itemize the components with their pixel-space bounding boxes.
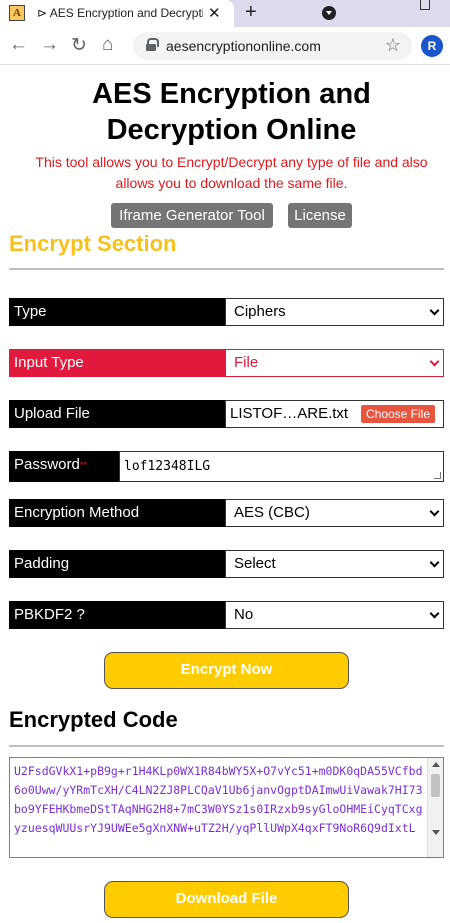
password-input[interactable]: lof12348ILG bbox=[119, 451, 444, 482]
page-description: This tool allows you to Encrypt/Decrypt … bbox=[0, 152, 450, 194]
pbkdf2-label: PBKDF2 ? bbox=[9, 601, 225, 629]
page-title: AES Encryption and Decryption Online bbox=[0, 76, 450, 148]
chevron-down-icon bbox=[429, 305, 440, 316]
chevron-down-icon bbox=[429, 608, 440, 619]
required-mark: ** bbox=[79, 460, 87, 470]
reload-icon[interactable]: ↻ bbox=[71, 34, 87, 57]
chevron-down-icon bbox=[429, 356, 440, 367]
section-divider bbox=[9, 745, 444, 747]
description-line-2: allows you to download the same file. bbox=[115, 175, 348, 191]
license-button[interactable]: License bbox=[288, 203, 352, 228]
address-bar[interactable]: aesencryptiononline.com ☆ bbox=[133, 32, 412, 60]
back-icon[interactable]: ← bbox=[9, 34, 28, 56]
password-value: lof12348ILG bbox=[124, 459, 211, 474]
encrypt-section-title: Encrypt Section bbox=[9, 231, 177, 256]
description-line-1: This tool allows you to Encrypt/Decrypt … bbox=[35, 154, 428, 170]
pbkdf2-select-value: No bbox=[234, 606, 254, 623]
choose-file-button[interactable]: Choose File bbox=[361, 405, 435, 423]
resize-grip-icon[interactable] bbox=[434, 472, 441, 479]
chevron-down-icon bbox=[429, 557, 440, 568]
browser-toolbar: ← → ↻ ⌂ aesencryptiononline.com ☆ R bbox=[0, 27, 450, 65]
encryption-method-label: Encryption Method bbox=[9, 499, 225, 527]
profile-avatar[interactable]: R bbox=[421, 35, 443, 57]
encryption-method-value: AES (CBC) bbox=[234, 504, 310, 521]
new-tab-icon[interactable]: + bbox=[245, 1, 257, 24]
page-title-line-2: Decryption Online bbox=[106, 114, 357, 146]
textarea-scrollbar[interactable] bbox=[427, 758, 443, 857]
browser-tab[interactable]: A ⊳ AES Encryption and Decryptic ✕ bbox=[0, 0, 234, 27]
input-type-label: Input Type bbox=[9, 349, 225, 377]
encrypted-code-textarea[interactable]: U2FsdGVkX1+pB9g+r1H4KLp0WX1R84bWY5X+O7vY… bbox=[9, 757, 444, 858]
browser-tab-strip: A ⊳ AES Encryption and Decryptic ✕ + bbox=[0, 0, 450, 27]
password-label: Password** bbox=[9, 451, 119, 482]
padding-label: Padding bbox=[9, 550, 225, 578]
chevron-down-icon bbox=[429, 506, 440, 517]
pbkdf2-select[interactable]: No bbox=[225, 601, 444, 629]
iframe-generator-button[interactable]: Iframe Generator Tool bbox=[111, 203, 273, 228]
lock-icon[interactable] bbox=[146, 38, 159, 51]
home-icon[interactable]: ⌂ bbox=[102, 34, 113, 56]
input-type-select[interactable]: File bbox=[225, 349, 444, 377]
padding-select[interactable]: Select bbox=[225, 550, 444, 578]
encrypted-code-title: Encrypted Code bbox=[9, 707, 178, 732]
tab-title: ⊳ AES Encryption and Decryptic bbox=[37, 6, 203, 20]
password-label-text: Password bbox=[14, 456, 80, 473]
encrypt-now-button[interactable]: Encrypt Now bbox=[104, 652, 349, 689]
type-select[interactable]: Ciphers bbox=[225, 298, 444, 326]
download-file-button[interactable]: Download File bbox=[104, 881, 349, 918]
encrypted-code-text: U2FsdGVkX1+pB9g+r1H4KLp0WX1R84bWY5X+O7vY… bbox=[14, 764, 423, 835]
selected-file-name: LISTOF…ARE.txt bbox=[230, 405, 349, 422]
scroll-up-icon[interactable] bbox=[432, 762, 440, 767]
window-restore-icon[interactable] bbox=[400, 0, 450, 12]
type-select-value: Ciphers bbox=[234, 303, 286, 320]
scroll-down-icon[interactable] bbox=[432, 830, 440, 835]
section-divider bbox=[9, 268, 444, 270]
forward-icon[interactable]: → bbox=[40, 34, 59, 56]
url-text: aesencryptiononline.com bbox=[166, 38, 321, 54]
encryption-method-select[interactable]: AES (CBC) bbox=[225, 499, 444, 527]
page-title-line-1: AES Encryption and bbox=[92, 78, 371, 110]
bookmark-star-icon[interactable]: ☆ bbox=[385, 35, 401, 56]
padding-select-value: Select bbox=[234, 555, 276, 572]
input-type-select-value: File bbox=[234, 354, 259, 371]
upload-file-label: Upload File bbox=[9, 400, 225, 428]
close-tab-icon[interactable]: ✕ bbox=[208, 4, 221, 22]
type-label: Type bbox=[9, 298, 225, 326]
site-favicon-icon: A bbox=[9, 5, 25, 21]
tab-search-icon[interactable] bbox=[322, 6, 336, 20]
scrollbar-thumb[interactable] bbox=[431, 774, 440, 797]
